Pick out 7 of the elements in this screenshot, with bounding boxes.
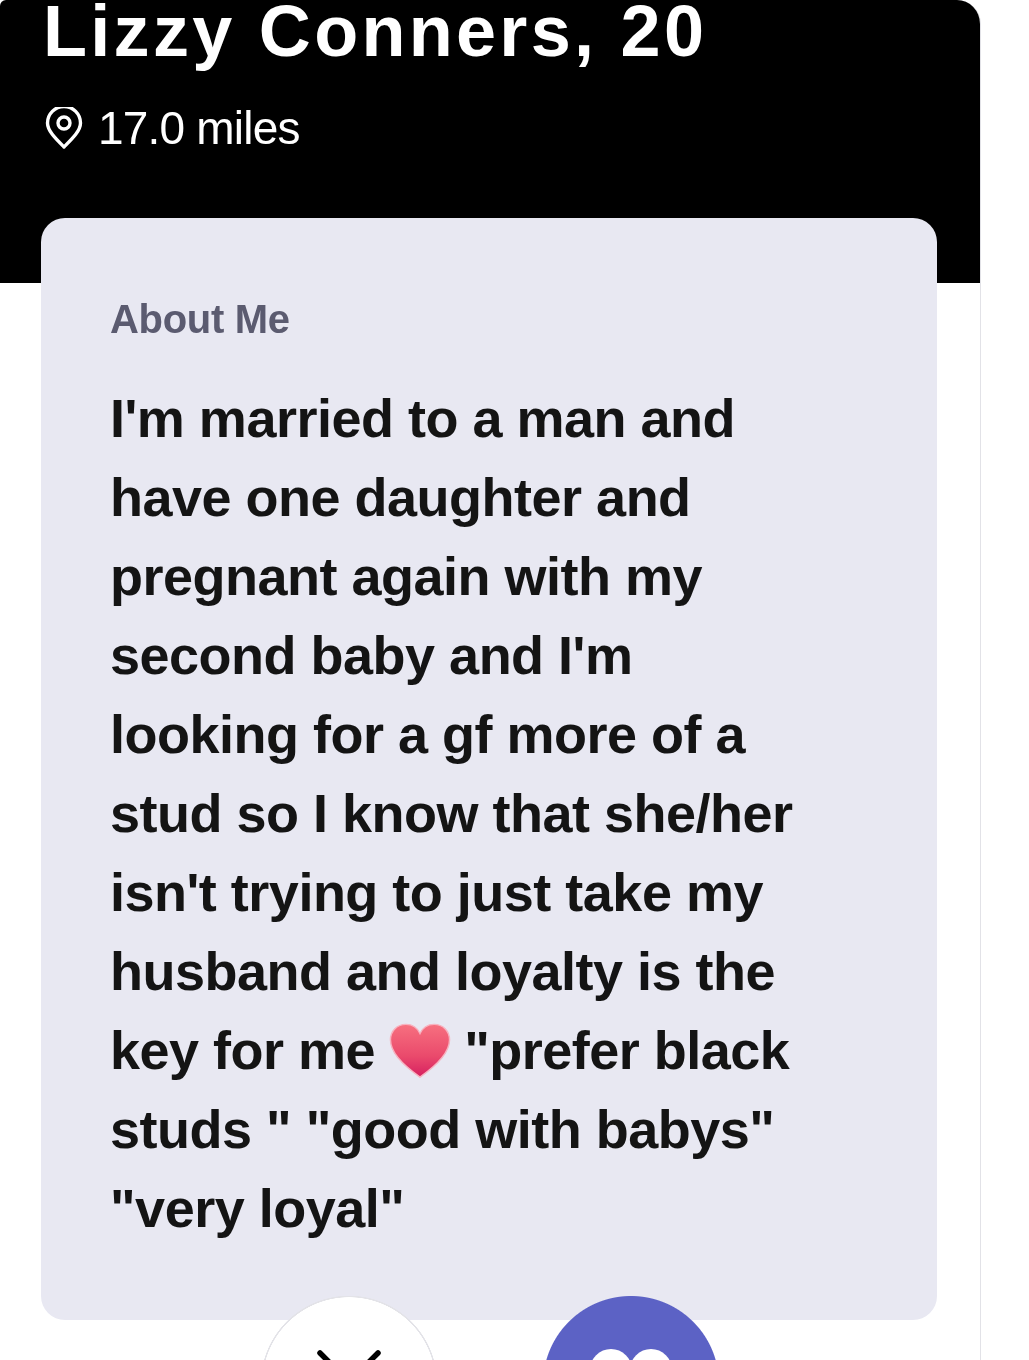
- distance-text: 17.0 miles: [98, 103, 300, 153]
- map-pin-icon: [45, 107, 83, 149]
- profile-name: Lizzy Conners, 20: [42, 0, 709, 73]
- close-icon: [317, 1350, 381, 1360]
- heart-icon: [389, 1022, 452, 1080]
- about-heading: About Me: [110, 296, 291, 343]
- about-text: I'm married to a man and have one daughter and pregnant again with my second baby and I'm looking for a gf more of a stud so I know that she/her isn't trying to just take my husband and loyalty is the key for me "prefer black studs " "good with babys" "very loyal": [110, 387, 794, 1240]
